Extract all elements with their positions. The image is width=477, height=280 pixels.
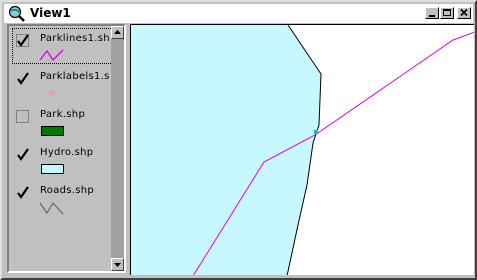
layer-checkbox[interactable]: [16, 148, 29, 161]
layer-checkbox[interactable]: [16, 34, 29, 47]
layer-checkbox[interactable]: [16, 186, 29, 199]
minimize-button[interactable]: [425, 7, 439, 19]
checkmark-icon: [17, 186, 29, 199]
layer-checkbox[interactable]: [16, 110, 29, 123]
layer-item-parklabels[interactable]: Parklabels1.s: [11, 66, 115, 104]
scroll-track[interactable]: [111, 39, 124, 258]
layer-item-hydro[interactable]: Hydro.shp: [11, 142, 115, 180]
layer-item-parklines[interactable]: Parklines1.sh: [11, 28, 115, 66]
arrow-down-icon: [114, 263, 121, 267]
map-svg: [131, 25, 474, 275]
layer-name: Parklines1.sh: [40, 33, 110, 44]
selection-marker: [314, 130, 318, 134]
layer-name: Hydro.shp: [40, 147, 94, 158]
polygon-icon: [41, 164, 64, 174]
minimize-icon: [429, 15, 435, 17]
line-icon: [39, 49, 64, 61]
layer-name: Park.shp: [40, 109, 86, 120]
title-bar[interactable]: View1: [4, 4, 473, 23]
magnifier-globe-icon: [8, 5, 25, 22]
maximize-icon: [443, 9, 451, 16]
layer-name: Roads.shp: [40, 185, 95, 196]
polygon-icon: [41, 126, 64, 136]
checkmark-icon: [16, 34, 29, 47]
checkmark-icon: [17, 72, 29, 85]
layer-item-roads[interactable]: Roads.shp: [11, 180, 115, 218]
window-title: View1: [30, 6, 71, 20]
layer-checkbox[interactable]: [16, 72, 29, 85]
arrow-up-icon: [114, 30, 121, 34]
hydro-polygon: [131, 25, 321, 275]
table-of-contents: Parklines1.sh Parklabels1.s Park.shp Hyd…: [7, 24, 126, 273]
close-icon: [460, 8, 468, 17]
layer-item-park[interactable]: Park.shp: [11, 104, 115, 142]
layer-list: Parklines1.sh Parklabels1.s Park.shp Hyd…: [11, 26, 115, 271]
checkmark-icon: [17, 148, 29, 161]
scroll-down-button[interactable]: [111, 258, 124, 271]
toc-scrollbar[interactable]: [111, 26, 124, 271]
map-canvas[interactable]: [130, 24, 474, 275]
layer-name: Parklabels1.s: [40, 71, 110, 82]
maximize-button[interactable]: [440, 7, 454, 19]
empty-checkbox-icon: [16, 110, 29, 123]
point-icon: [47, 89, 56, 97]
close-button[interactable]: [457, 7, 471, 19]
scroll-up-button[interactable]: [111, 26, 124, 39]
line-icon: [39, 202, 64, 215]
view-window: View1 Parklines1.sh Parklabels1.s Park.s…: [0, 0, 477, 280]
